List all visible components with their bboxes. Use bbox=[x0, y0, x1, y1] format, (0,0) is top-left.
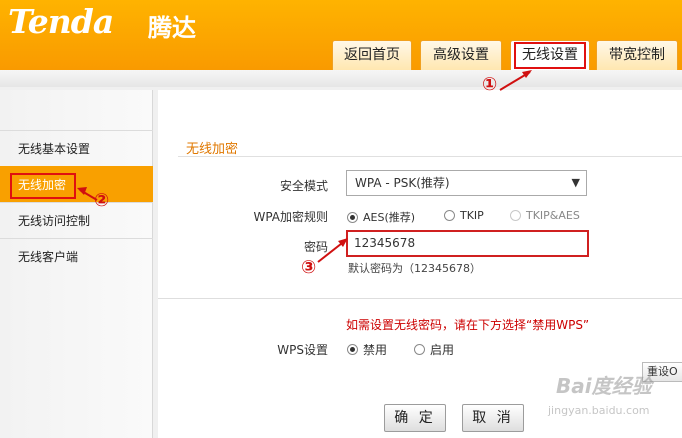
sidebar: 无线基本设置 无线加密 无线访问控制 无线客户端 bbox=[0, 90, 153, 438]
section-title: 无线加密 bbox=[186, 142, 239, 157]
wps-label: WPS设置 bbox=[277, 343, 328, 357]
password-label: 密码 bbox=[303, 240, 328, 254]
wps-option-label: 禁用 bbox=[363, 343, 388, 357]
annotation-three: ③ bbox=[301, 257, 317, 278]
security-mode-label: 安全模式 bbox=[279, 179, 328, 193]
radio-unselected-icon bbox=[414, 344, 425, 355]
tenda-logo: Tenda bbox=[8, 2, 114, 41]
header-strip bbox=[0, 70, 682, 87]
cipher-option-label: AES(推荐) bbox=[363, 211, 416, 224]
default-password-hint: 默认密码为（12345678） bbox=[348, 262, 481, 275]
tab-advanced[interactable]: 高级设置 bbox=[420, 40, 502, 70]
radio-unselected-icon bbox=[444, 210, 455, 221]
tab-home[interactable]: 返回首页 bbox=[332, 40, 412, 70]
radio-selected-icon bbox=[347, 344, 358, 355]
security-mode-select[interactable]: WPA - PSK(推荐) ▼ bbox=[346, 170, 587, 196]
wps-warning: 如需设置无线密码，请在下方选择“禁用WPS” bbox=[346, 318, 590, 332]
dropdown-arrow-icon: ▼ bbox=[571, 176, 580, 189]
cancel-button[interactable]: 取 消 bbox=[462, 404, 524, 432]
watermark-logo: Bai度经验 bbox=[556, 374, 652, 398]
security-mode-value: WPA - PSK(推荐) bbox=[355, 176, 450, 190]
cipher-label: WPA加密规则 bbox=[253, 210, 328, 224]
cipher-option-label: TKIP&AES bbox=[526, 209, 580, 222]
tenda-logo-cn: 腾达 bbox=[148, 14, 196, 42]
tab-bandwidth[interactable]: 带宽控制 bbox=[596, 40, 678, 70]
sidebar-item-clients[interactable]: 无线客户端 bbox=[0, 238, 153, 274]
sidebar-highlight-box bbox=[10, 173, 76, 199]
cipher-radio-tkip-aes[interactable]: TKIP&AES bbox=[510, 209, 580, 222]
annotation-two: ② bbox=[94, 190, 110, 211]
wps-radio-disable[interactable]: 禁用 bbox=[347, 341, 387, 358]
cipher-radio-aes[interactable]: AES(推荐) bbox=[347, 209, 415, 225]
cipher-option-label: TKIP bbox=[460, 209, 484, 222]
watermark-url: jingyan.baidu.com bbox=[548, 404, 650, 417]
wps-radio-enable[interactable]: 启用 bbox=[414, 341, 454, 358]
section-underline bbox=[178, 156, 682, 157]
sidebar-item-access-control[interactable]: 无线访问控制 bbox=[0, 202, 153, 238]
sidebar-item-basic[interactable]: 无线基本设置 bbox=[0, 130, 153, 166]
section-divider bbox=[158, 298, 682, 299]
wps-option-label: 启用 bbox=[430, 343, 455, 357]
tab-highlight-box bbox=[514, 42, 586, 69]
radio-selected-icon bbox=[347, 211, 358, 223]
radio-disabled-icon bbox=[510, 210, 521, 221]
cipher-radio-tkip[interactable]: TKIP bbox=[444, 209, 484, 222]
password-input[interactable]: 12345678 bbox=[346, 230, 589, 257]
ok-button[interactable]: 确 定 bbox=[384, 404, 446, 432]
annotation-one: ① bbox=[482, 74, 498, 95]
